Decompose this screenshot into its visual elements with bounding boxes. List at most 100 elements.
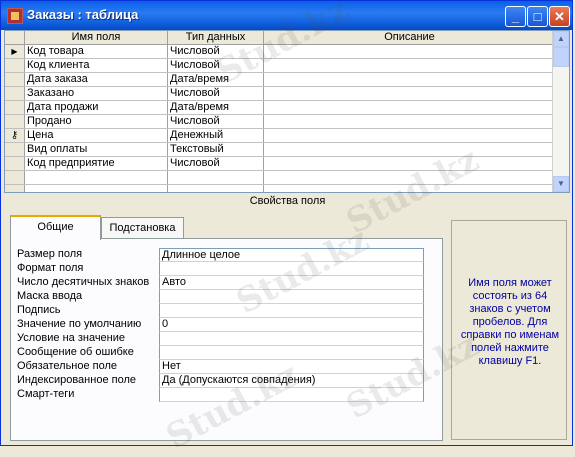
- field-name-cell[interactable]: Продано: [24, 114, 168, 129]
- property-value-field[interactable]: Длинное целое: [159, 248, 424, 262]
- help-text: Имя поля может состоять из 64 знаков с у…: [460, 277, 560, 367]
- data-type-cell[interactable]: Денежный: [167, 128, 264, 143]
- grid-header-row: Имя поля Тип данных Описание: [5, 31, 556, 45]
- row-selector[interactable]: [5, 100, 25, 115]
- row-selector[interactable]: [5, 142, 25, 157]
- property-row: Значение по умолчанию 0: [17, 318, 427, 332]
- field-row[interactable]: ▶ Код товара Числовой: [5, 44, 556, 59]
- data-type-cell[interactable]: Числовой: [167, 156, 264, 171]
- description-cell[interactable]: [263, 156, 556, 171]
- description-cell[interactable]: [263, 86, 556, 101]
- property-label: Сообщение об ошибке: [17, 346, 134, 358]
- data-type-cell[interactable]: Дата/время: [167, 100, 264, 115]
- property-value-field[interactable]: Да (Допускаются совпадения): [159, 374, 424, 388]
- description-cell[interactable]: [263, 170, 556, 185]
- field-row[interactable]: Дата заказа Дата/время: [5, 72, 556, 87]
- property-row: Число десятичных знаков Авто: [17, 276, 427, 290]
- field-name-cell[interactable]: Код предприятие: [24, 156, 168, 171]
- property-label: Размер поля: [17, 248, 83, 260]
- property-row: Сообщение об ошибке: [17, 346, 427, 360]
- header-selector: [5, 31, 25, 45]
- field-row[interactable]: Вид оплаты Текстовый: [5, 142, 556, 157]
- field-row[interactable]: Код клиента Числовой: [5, 58, 556, 73]
- data-type-cell[interactable]: Дата/время: [167, 72, 264, 87]
- general-tab-panel: Размер поля Длинное целое Формат поля Число…: [10, 238, 443, 441]
- property-label: Смарт-теги: [17, 388, 75, 400]
- data-type-cell[interactable]: Числовой: [167, 58, 264, 73]
- description-cell[interactable]: [263, 44, 556, 59]
- property-row: Размер поля Длинное целое: [17, 248, 427, 262]
- field-row[interactable]: Дата продажи Дата/время: [5, 100, 556, 115]
- property-value-field[interactable]: [159, 262, 424, 276]
- property-label: Маска ввода: [17, 290, 83, 302]
- field-name-cell[interactable]: Вид оплаты: [24, 142, 168, 157]
- field-name-cell[interactable]: Дата продажи: [24, 100, 168, 115]
- minimize-button[interactable]: _: [505, 6, 526, 27]
- field-properties-header: Свойства поля: [249, 195, 326, 207]
- row-selector[interactable]: [5, 72, 25, 87]
- row-selector[interactable]: [5, 170, 25, 185]
- description-cell[interactable]: [263, 184, 556, 192]
- data-type-cell[interactable]: Текстовый: [167, 142, 264, 157]
- column-header-name[interactable]: Имя поля: [24, 31, 168, 45]
- data-type-cell[interactable]: Числовой: [167, 44, 264, 59]
- row-selector[interactable]: [5, 184, 25, 192]
- description-cell[interactable]: [263, 114, 556, 129]
- primary-key-icon[interactable]: ⚷: [5, 128, 25, 143]
- property-value-field[interactable]: [159, 290, 424, 304]
- row-selector[interactable]: [5, 86, 25, 101]
- property-label: Условие на значение: [17, 332, 126, 344]
- data-type-cell[interactable]: [167, 170, 264, 185]
- tab-general[interactable]: Общие: [10, 215, 101, 240]
- tab-lookup[interactable]: Подстановка: [101, 217, 184, 238]
- current-row-arrow-icon[interactable]: ▶: [5, 44, 25, 59]
- field-name-cell[interactable]: Дата заказа: [24, 72, 168, 87]
- field-name-cell[interactable]: [24, 170, 168, 185]
- description-cell[interactable]: [263, 72, 556, 87]
- data-type-cell[interactable]: Числовой: [167, 86, 264, 101]
- property-row: Подпись: [17, 304, 427, 318]
- grid-vertical-scrollbar[interactable]: ▲ ▼: [552, 31, 569, 192]
- field-row[interactable]: ⚷ Цена Денежный: [5, 128, 556, 143]
- scroll-down-icon[interactable]: ▼: [553, 176, 569, 192]
- property-value-field[interactable]: [159, 304, 424, 318]
- data-type-cell[interactable]: [167, 184, 264, 192]
- column-header-type[interactable]: Тип данных: [167, 31, 264, 45]
- table-icon: [7, 8, 23, 24]
- field-row[interactable]: [5, 184, 556, 192]
- scroll-up-icon[interactable]: ▲: [553, 31, 569, 47]
- description-cell[interactable]: [263, 58, 556, 73]
- field-name-cell[interactable]: Код товара: [24, 44, 168, 59]
- row-selector[interactable]: [5, 58, 25, 73]
- description-cell[interactable]: [263, 128, 556, 143]
- property-value-field[interactable]: [159, 332, 424, 346]
- property-value-field[interactable]: 0: [159, 318, 424, 332]
- property-value-field[interactable]: Нет: [159, 360, 424, 374]
- title-bar[interactable]: Заказы : таблица _ □ ✕: [1, 1, 572, 30]
- field-name-cell[interactable]: Код клиента: [24, 58, 168, 73]
- description-cell[interactable]: [263, 142, 556, 157]
- field-name-cell[interactable]: [24, 184, 168, 192]
- row-selector[interactable]: [5, 114, 25, 129]
- field-name-cell[interactable]: Цена: [24, 128, 168, 143]
- field-row[interactable]: Заказано Числовой: [5, 86, 556, 101]
- data-type-cell[interactable]: Числовой: [167, 114, 264, 129]
- row-selector[interactable]: [5, 156, 25, 171]
- property-label: Подпись: [17, 304, 61, 316]
- scroll-thumb[interactable]: [553, 47, 569, 67]
- field-row[interactable]: [5, 170, 556, 185]
- property-row: Смарт-теги: [17, 388, 427, 402]
- field-row[interactable]: Код предприятие Числовой: [5, 156, 556, 171]
- property-value-field[interactable]: [159, 388, 424, 402]
- property-value-field[interactable]: [159, 346, 424, 360]
- field-row[interactable]: Продано Числовой: [5, 114, 556, 129]
- maximize-button[interactable]: □: [527, 6, 548, 27]
- column-header-description[interactable]: Описание: [263, 31, 556, 45]
- table-design-window: Заказы : таблица _ □ ✕ Имя поля Тип данн…: [0, 0, 573, 457]
- close-button[interactable]: ✕: [549, 6, 570, 27]
- description-cell[interactable]: [263, 100, 556, 115]
- property-value-field[interactable]: Авто: [159, 276, 424, 290]
- field-name-cell[interactable]: Заказано: [24, 86, 168, 101]
- window-title: Заказы : таблица: [27, 7, 139, 22]
- property-label: Индексированное поле: [17, 374, 136, 386]
